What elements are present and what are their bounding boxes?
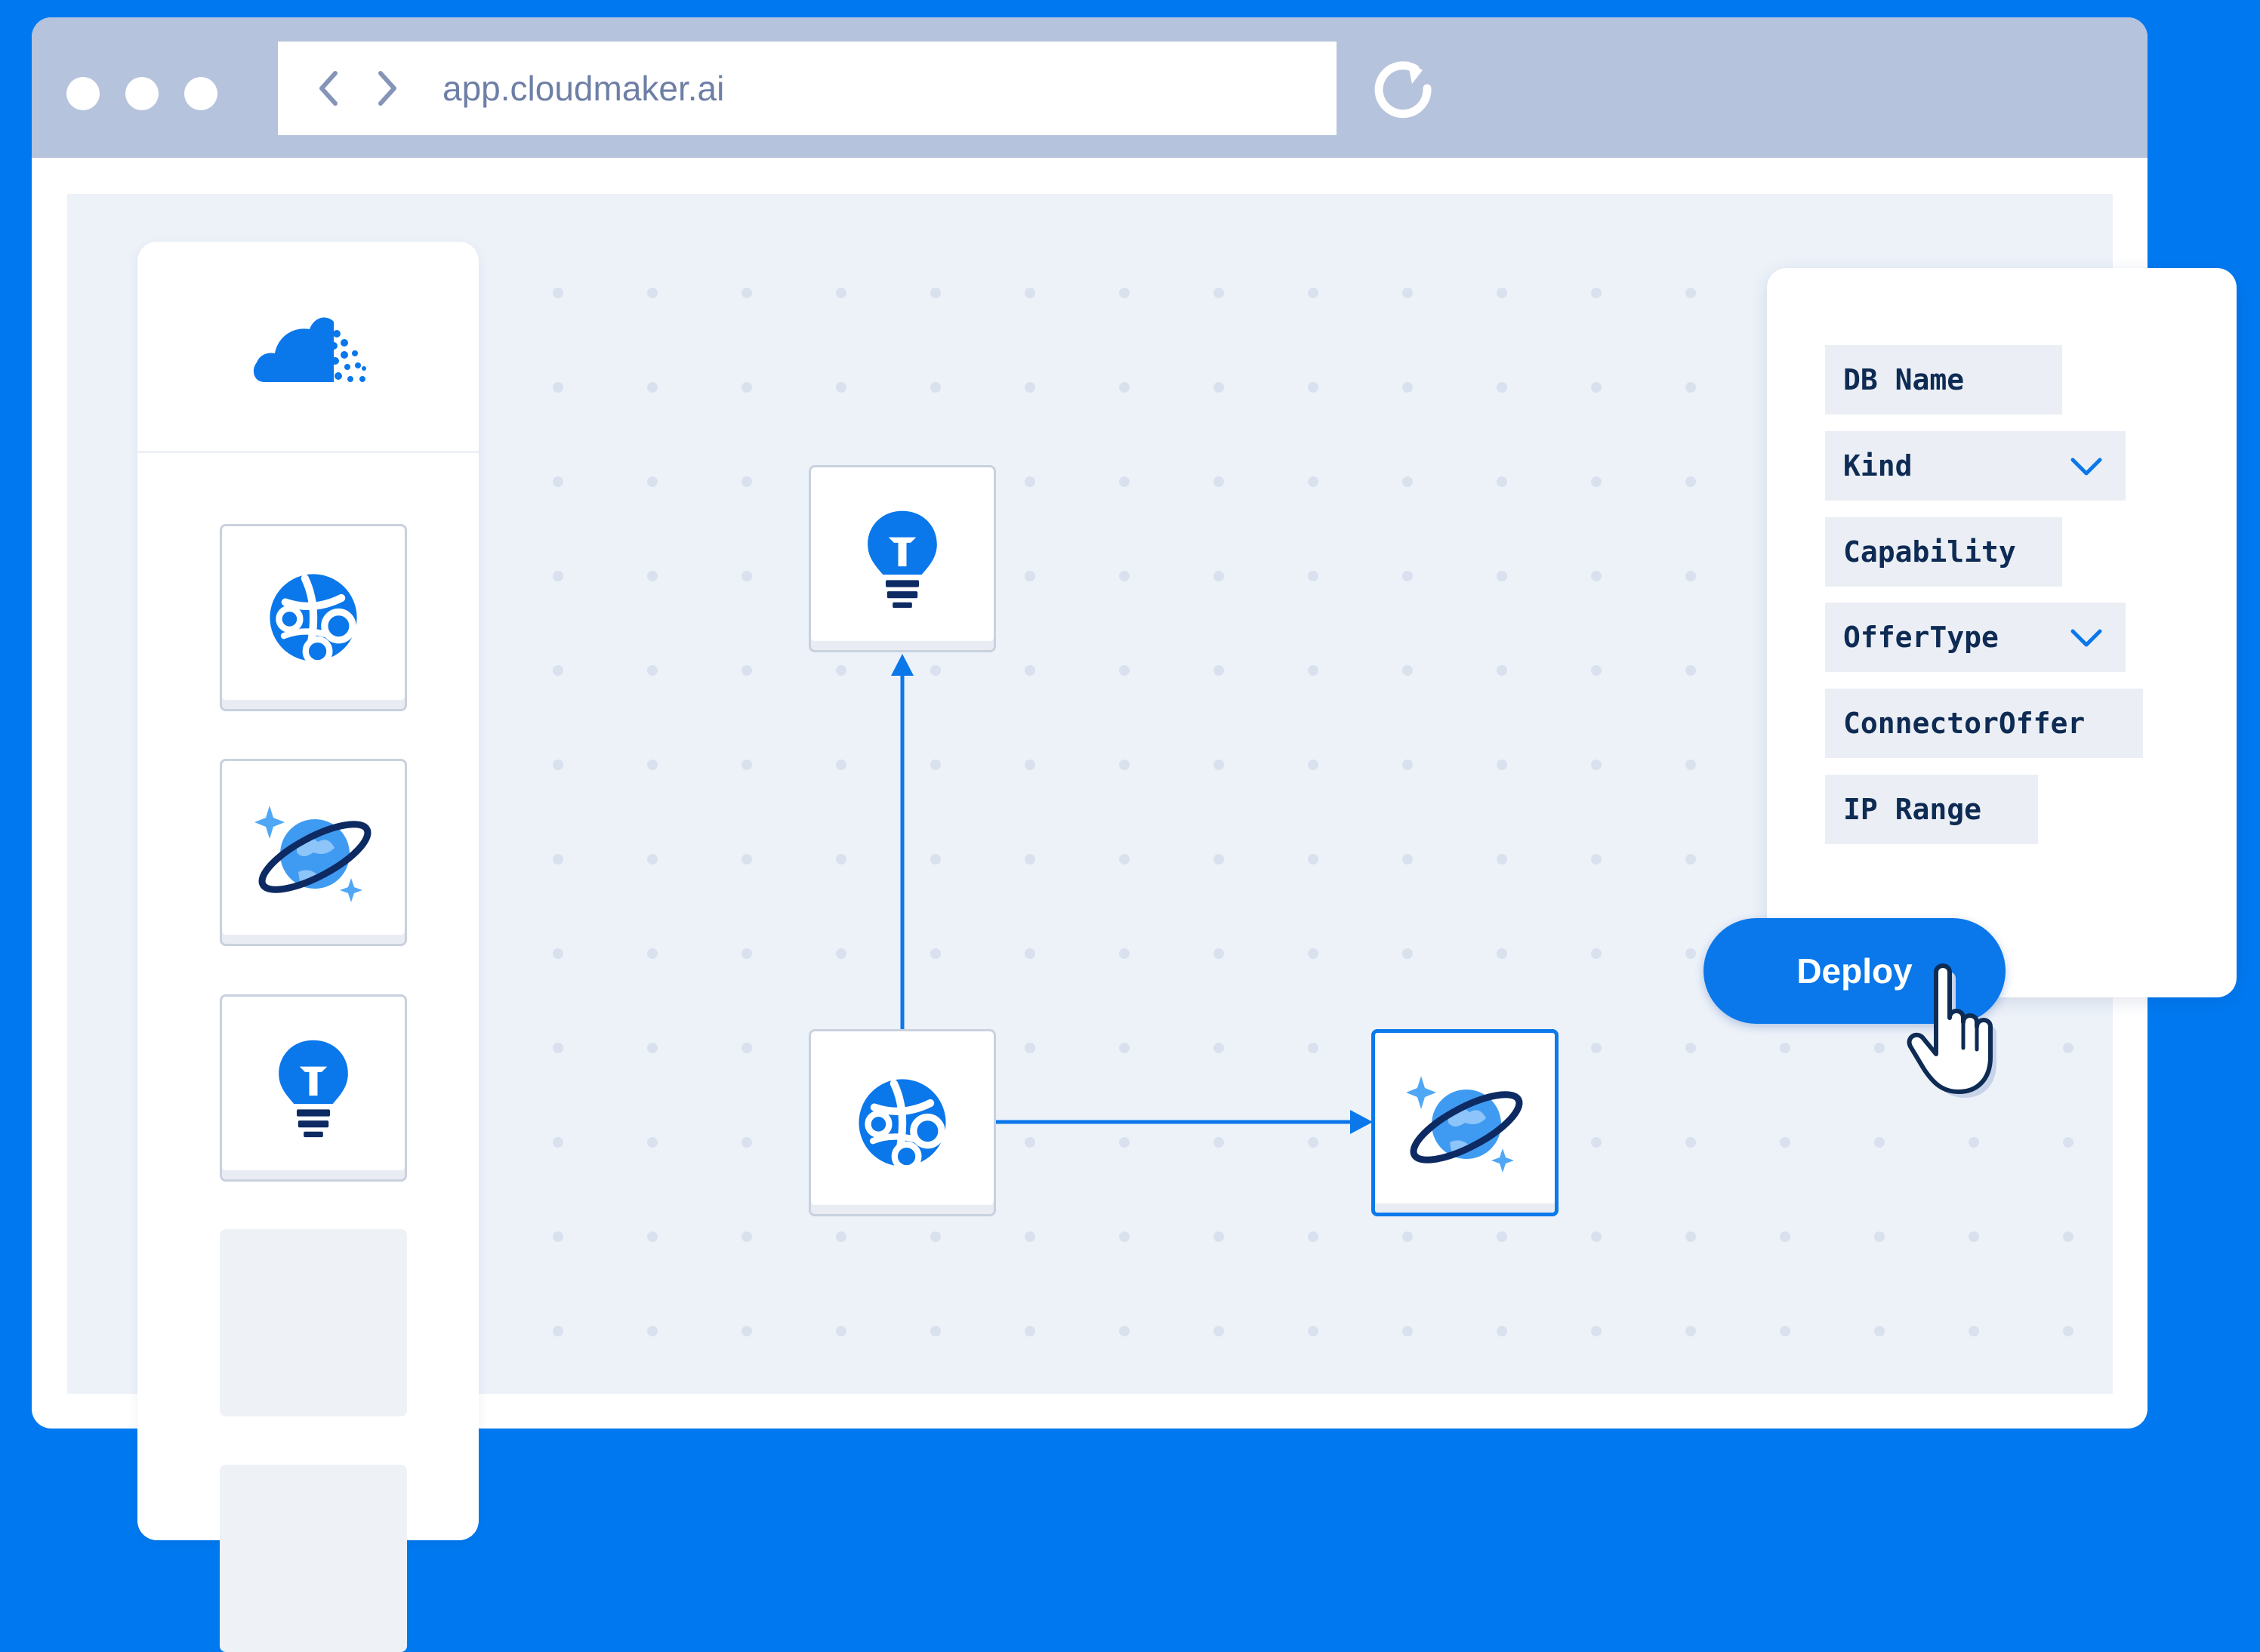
cosmos-db-planet-icon	[1404, 1070, 1525, 1176]
sidebar-tile-app-service[interactable]	[220, 524, 407, 711]
app-service-globe-icon	[264, 569, 362, 667]
properties-panel: DB Name Kind Capability OfferType Connec…	[1767, 268, 2237, 997]
cosmos-db-planet-icon	[253, 800, 374, 905]
chevron-down-icon	[2070, 629, 2102, 647]
app-service-globe-icon	[853, 1074, 951, 1172]
sidebar-divider	[137, 451, 479, 453]
field-label: IP Range	[1843, 793, 1982, 826]
field-label: ConnectorOffer	[1843, 707, 2086, 740]
component-sidebar	[137, 242, 479, 1652]
field-label: Capability	[1843, 535, 2016, 569]
field-db-name[interactable]: DB Name	[1825, 345, 2062, 415]
sidebar-tile-cosmos-db[interactable]	[220, 759, 407, 946]
sidebar-tile-empty	[220, 1229, 407, 1416]
field-capability[interactable]: Capability	[1825, 517, 2062, 587]
sidebar-tile-app-insights[interactable]	[220, 994, 407, 1182]
cloudmaker-logo-icon	[253, 317, 366, 382]
app-insights-bulb-icon	[861, 506, 944, 612]
node-cosmos-db[interactable]	[1371, 1029, 1559, 1216]
field-connectoroffer[interactable]: ConnectorOffer	[1825, 689, 2143, 758]
field-label: OfferType	[1843, 621, 1999, 654]
field-label: Kind	[1843, 449, 1913, 482]
field-offertype-dropdown[interactable]: OfferType	[1825, 603, 2126, 672]
field-label: DB Name	[1843, 363, 1965, 396]
field-kind-dropdown[interactable]: Kind	[1825, 431, 2126, 501]
app-insights-bulb-icon	[272, 1035, 355, 1141]
node-app-insights[interactable]	[809, 465, 996, 652]
node-app-service[interactable]	[809, 1029, 996, 1216]
edge-arrowhead-up	[891, 654, 914, 676]
sidebar-tile-empty	[220, 1465, 407, 1652]
hand-pointer-cursor-icon	[1907, 963, 1996, 1098]
chevron-down-icon	[2070, 458, 2102, 476]
edge-arrowhead-right	[1350, 1110, 1373, 1134]
field-ip-range[interactable]: IP Range	[1825, 775, 2038, 844]
